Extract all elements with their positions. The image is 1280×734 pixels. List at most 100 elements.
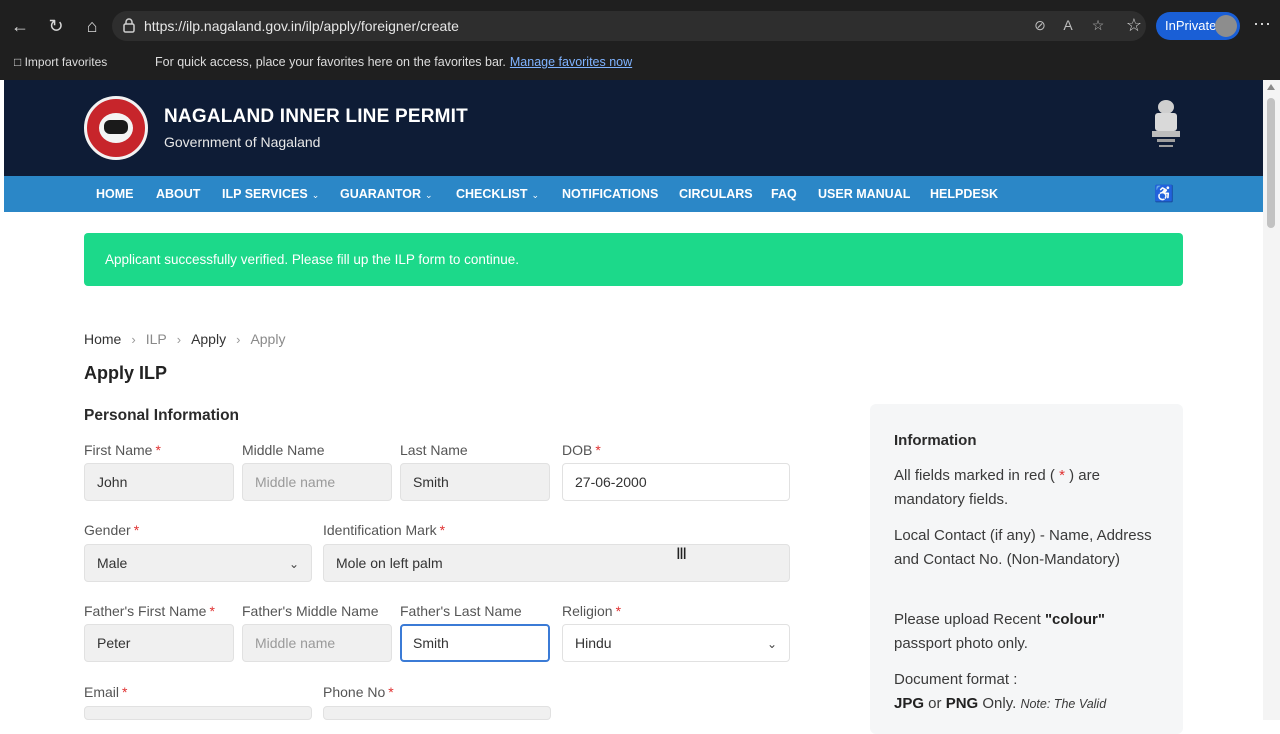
- nav-helpdesk-label: HELPDESK: [930, 187, 999, 201]
- back-icon[interactable]: ←: [8, 14, 32, 38]
- favorites-message: For quick access, place your favorites h…: [155, 55, 632, 69]
- required-mark: *: [155, 442, 161, 458]
- nav-faq-label: FAQ: [771, 187, 797, 201]
- middle-name-label: Middle Name: [242, 442, 325, 458]
- success-alert: Applicant successfully verified. Please …: [84, 233, 1183, 286]
- inprivate-badge[interactable]: InPrivate: [1156, 12, 1240, 40]
- chevron-down-icon: ⌄: [766, 637, 777, 651]
- identification-mark-label-text: Identification Mark: [323, 522, 437, 538]
- father-first-name-field[interactable]: Peter: [84, 624, 234, 662]
- breadcrumb: Home › ILP › Apply › Apply: [84, 331, 285, 347]
- refresh-icon[interactable]: ↻: [44, 14, 68, 38]
- main-navigation: HOME ABOUT ILP SERVICES ⌄ GUARANTOR ⌄ CHEC…: [4, 176, 1263, 212]
- accessibility-icon[interactable]: ♿: [1154, 184, 1174, 204]
- lock-icon[interactable]: [122, 17, 136, 33]
- breadcrumb-separator-icon: ›: [131, 332, 136, 347]
- required-mark: *: [133, 522, 140, 538]
- scroll-thumb[interactable]: [1267, 98, 1275, 228]
- info-format-note: Document format : JPG or PNG Only. Note: …: [894, 668, 1156, 716]
- nav-guarantor[interactable]: GUARANTOR ⌄: [340, 187, 433, 201]
- nav-helpdesk[interactable]: HELPDESK: [930, 187, 998, 201]
- alert-message: Applicant successfully verified. Please …: [105, 252, 519, 267]
- last-name-field[interactable]: Smith: [400, 463, 550, 501]
- gender-label: Gender *: [84, 522, 139, 538]
- info-required-star: *: [1054, 467, 1070, 484]
- required-mark: *: [388, 684, 394, 700]
- dob-label: DOB *: [562, 442, 601, 458]
- identification-mark-field[interactable]: Mole on left palm: [323, 544, 790, 582]
- info-local-contact-note: Local Contact (if any) - Name, Address a…: [894, 527, 1152, 568]
- favorites-bar: □ Import favorites For quick access, pla…: [0, 48, 1280, 78]
- religion-label-text: Religion: [562, 603, 613, 619]
- nav-about[interactable]: ABOUT: [156, 187, 200, 201]
- nav-checklist[interactable]: CHECKLIST ⌄: [456, 187, 539, 201]
- required-mark: *: [439, 522, 446, 538]
- info-photo-note: Please upload Recent "colour" passport p…: [894, 608, 1156, 656]
- info-p4-a: Document format :: [894, 671, 1018, 688]
- favorites-icon[interactable]: ☆: [1122, 13, 1146, 37]
- home-icon[interactable]: ⌂: [80, 14, 104, 38]
- url-text[interactable]: https://ilp.nagaland.gov.in/ilp/apply/fo…: [144, 18, 459, 34]
- first-name-label-text: First Name: [84, 442, 153, 458]
- father-last-name-field[interactable]: Smith: [400, 624, 550, 662]
- tracking-prevention-icon[interactable]: ⊘: [1030, 17, 1050, 35]
- nav-notifications-label: NOTIFICATIONS: [562, 187, 659, 201]
- dob-field[interactable]: 27-06-2000: [562, 463, 790, 501]
- nagaland-emblem-logo[interactable]: [84, 96, 148, 160]
- scroll-up-arrow-icon[interactable]: [1267, 84, 1275, 90]
- info-jpg: JPG: [894, 695, 925, 712]
- father-middle-name-field[interactable]: Middle name: [242, 624, 392, 662]
- last-name-label: Last Name: [400, 442, 468, 458]
- nav-user-manual[interactable]: USER MANUAL: [818, 187, 910, 201]
- breadcrumb-apply[interactable]: Apply: [191, 331, 226, 347]
- nav-ilp-services[interactable]: ILP SERVICES ⌄: [222, 187, 319, 201]
- breadcrumb-separator-icon: ›: [236, 332, 241, 347]
- info-p3-b: passport photo only.: [894, 635, 1028, 652]
- nav-faq[interactable]: FAQ: [771, 187, 797, 201]
- breadcrumb-ilp[interactable]: ILP: [146, 331, 167, 347]
- phone-field[interactable]: [323, 706, 551, 720]
- page-scrollbar[interactable]: [1263, 80, 1280, 720]
- info-p1-a: All fields marked in red (: [894, 467, 1055, 484]
- information-title: Information: [894, 432, 977, 449]
- first-name-field[interactable]: John: [84, 463, 234, 501]
- info-or: or: [924, 695, 946, 712]
- nav-circulars[interactable]: CIRCULARS: [679, 187, 753, 201]
- gender-select[interactable]: Male ⌄: [84, 544, 312, 582]
- father-first-name-label: Father's First Name *: [84, 603, 215, 619]
- required-mark: *: [209, 603, 215, 619]
- phone-label-text: Phone No: [323, 684, 386, 700]
- site-title: NAGALAND INNER LINE PERMIT: [164, 106, 468, 127]
- address-bar[interactable]: https://ilp.nagaland.gov.in/ilp/apply/fo…: [112, 11, 1146, 41]
- more-options-icon[interactable]: ⋯: [1250, 12, 1274, 36]
- email-label-text: Email: [84, 684, 120, 700]
- religion-select[interactable]: Hindu ⌄: [562, 624, 790, 662]
- read-aloud-icon[interactable]: A: [1058, 17, 1078, 35]
- nav-home-label: HOME: [96, 187, 134, 201]
- phone-label: Phone No *: [323, 684, 394, 700]
- required-mark: *: [595, 442, 601, 458]
- manage-favorites-link[interactable]: Manage favorites now: [510, 55, 632, 69]
- chevron-down-icon: ⌄: [531, 190, 540, 200]
- breadcrumb-separator-icon: ›: [176, 332, 182, 347]
- national-emblem-icon: [1152, 100, 1180, 147]
- import-favorites-button[interactable]: □ Import favorites: [14, 55, 107, 69]
- profile-avatar: [1215, 15, 1237, 37]
- chevron-down-icon: ⌄: [311, 190, 320, 200]
- email-label: Email *: [84, 684, 127, 700]
- import-icon: □: [14, 55, 25, 69]
- email-field[interactable]: [84, 706, 312, 720]
- identification-mark-label: Identification Mark *: [323, 522, 445, 538]
- nav-notifications[interactable]: NOTIFICATIONS: [562, 187, 658, 201]
- breadcrumb-home[interactable]: Home: [84, 331, 121, 347]
- nav-checklist-label: CHECKLIST: [456, 187, 528, 201]
- chevron-down-icon: ⌄: [288, 557, 299, 571]
- father-middle-name-label: Father's Middle Name: [242, 603, 379, 619]
- import-favorites-label: Import favorites: [24, 55, 108, 69]
- info-only: Only.: [978, 695, 1021, 712]
- favorite-star-icon[interactable]: ☆: [1088, 17, 1108, 35]
- middle-name-field[interactable]: Middle name: [242, 463, 392, 501]
- nav-home[interactable]: HOME: [96, 187, 134, 201]
- info-p3-bold: "colour": [1044, 611, 1105, 628]
- nav-guarantor-label: GUARANTOR: [340, 187, 422, 201]
